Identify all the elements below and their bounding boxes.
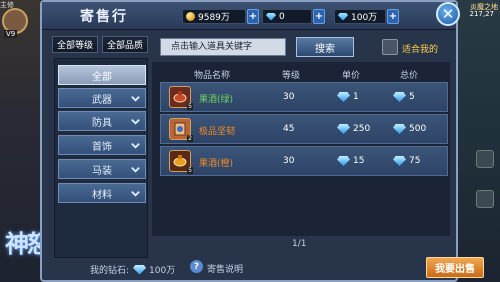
gem-icon <box>393 124 406 134</box>
category-list: 全部 武器 防具 首饰 马装 材料 <box>54 58 148 258</box>
add-gem-button[interactable]: + <box>387 9 399 24</box>
gold-display: 9589万 + <box>182 9 259 24</box>
my-gem-label: 我的钻石: <box>90 266 130 276</box>
gem-value: 100万 <box>351 13 378 23</box>
header-level: 等级 <box>282 71 301 81</box>
help-icon[interactable]: ? <box>190 260 203 273</box>
item-count-badge: 2 <box>187 135 193 142</box>
gem-icon <box>338 12 348 21</box>
panel-header: 寄售行 9589万 + 0 + 100万 + ✕ <box>42 2 460 30</box>
consignment-panel: 寄售行 9589万 + 0 + 100万 + ✕ 全部等级 全部品质 全部 武器 <box>40 0 484 282</box>
scroll-icon: 2 <box>169 118 193 142</box>
suitable-checkbox[interactable] <box>382 39 398 55</box>
category-all[interactable]: 全部 <box>58 65 146 85</box>
price-value: 15 <box>353 156 365 166</box>
gem-icon <box>133 264 147 275</box>
chevron-down-icon <box>131 191 140 197</box>
side-item-slot[interactable] <box>476 150 494 168</box>
category-label: 武器 <box>92 94 112 106</box>
item-total-price: 500 <box>393 124 426 134</box>
gem-icon <box>337 124 350 134</box>
search-input[interactable] <box>160 38 286 56</box>
item-name: 果酒(橙) <box>199 159 234 169</box>
total-value: 75 <box>409 156 421 166</box>
item-level: 30 <box>283 156 295 166</box>
chevron-down-icon <box>131 143 140 149</box>
item-name: 极品坚韧 <box>199 127 236 137</box>
category-material[interactable]: 材料 <box>58 183 146 203</box>
my-gem-display: 我的钻石: 100万 <box>90 263 175 276</box>
item-count-badge: 5 <box>187 167 193 174</box>
level-filter-tab[interactable]: 全部等级 <box>52 36 98 53</box>
category-mount-gear[interactable]: 马装 <box>58 159 146 179</box>
gem-icon <box>337 92 350 102</box>
table-row[interactable]: 5 果酒(橙) 30 15 75 <box>160 146 448 176</box>
gold-coin-icon <box>186 12 195 21</box>
item-unit-price: 15 <box>337 156 364 166</box>
gold-value: 9589万 <box>198 13 230 23</box>
side-item-slot[interactable] <box>476 190 494 208</box>
item-unit-price: 1 <box>337 92 359 102</box>
item-total-price: 75 <box>393 156 420 166</box>
orange-wine-icon: 5 <box>169 150 193 174</box>
category-armor[interactable]: 防具 <box>58 111 146 131</box>
chevron-down-icon <box>131 167 140 173</box>
item-total-price: 5 <box>393 92 415 102</box>
player-level-badge: V9 <box>4 30 18 38</box>
table-row[interactable]: 2 极品坚韧 45 250 500 <box>160 114 448 144</box>
help-link[interactable]: 寄售说明 <box>207 262 243 275</box>
category-label: 首饰 <box>92 141 112 153</box>
category-label: 材料 <box>92 189 112 201</box>
item-name: 果酒(绿) <box>199 95 234 105</box>
bind-gem-value: 0 <box>279 11 285 22</box>
page-indicator: 1/1 <box>292 239 307 249</box>
chevron-down-icon <box>131 96 140 102</box>
sell-button[interactable]: 我要出售 <box>426 257 484 278</box>
category-label: 防具 <box>92 117 112 129</box>
search-button[interactable]: 搜索 <box>296 37 354 57</box>
add-bind-gem-button[interactable]: + <box>313 9 325 24</box>
header-total: 总价 <box>400 71 419 81</box>
chevron-down-icon <box>131 119 140 125</box>
price-value: 1 <box>353 92 359 102</box>
bind-gem-icon <box>266 12 276 21</box>
gem-icon <box>337 156 350 166</box>
table-row[interactable]: 5 果酒(绿) 30 1 5 <box>160 82 448 112</box>
add-gold-button[interactable]: + <box>247 9 259 24</box>
category-jewelry[interactable]: 首饰 <box>58 135 146 155</box>
close-icon: ✕ <box>441 4 455 23</box>
header-price: 单价 <box>342 71 361 81</box>
green-wine-icon: 5 <box>169 86 193 110</box>
panel-title: 寄售行 <box>80 9 128 25</box>
quality-filter-tab[interactable]: 全部品质 <box>102 36 148 53</box>
total-value: 5 <box>409 92 415 102</box>
category-label: 马装 <box>92 165 112 177</box>
coordinates: 217,27 <box>469 10 495 18</box>
gem-display: 100万 + <box>334 9 399 24</box>
gem-icon <box>393 92 406 102</box>
category-weapon[interactable]: 武器 <box>58 88 146 108</box>
item-level: 30 <box>283 92 295 102</box>
close-button[interactable]: ✕ <box>436 2 460 26</box>
bind-gem-display: 0 + <box>262 9 325 24</box>
price-value: 250 <box>353 124 371 134</box>
suitable-label: 适合我的 <box>402 45 439 55</box>
item-level: 45 <box>283 124 295 134</box>
total-value: 500 <box>409 124 427 134</box>
category-label: 全部 <box>92 71 112 83</box>
gem-icon <box>393 156 406 166</box>
my-gem-value: 100万 <box>149 266 176 276</box>
item-unit-price: 250 <box>337 124 370 134</box>
header-name: 物品名称 <box>194 71 231 81</box>
item-count-badge: 5 <box>187 103 193 110</box>
